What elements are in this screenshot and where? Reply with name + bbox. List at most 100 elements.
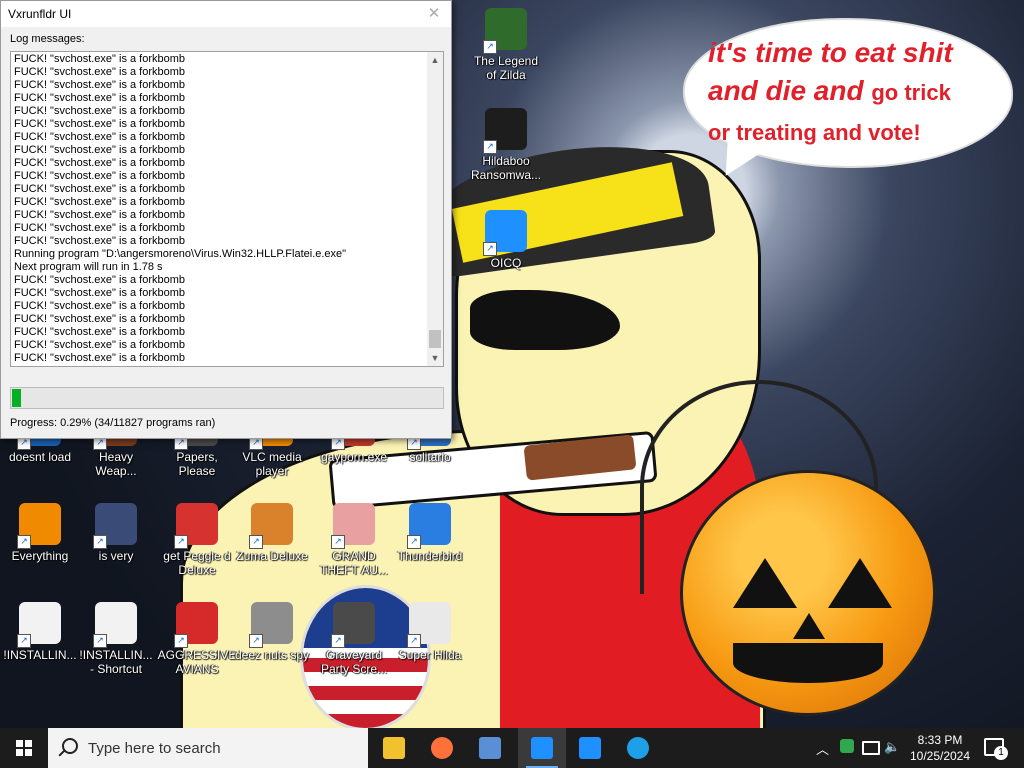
volume-icon[interactable]: 🔈	[884, 739, 900, 755]
desktop-icon[interactable]: ↗ Graveyard Party Scre...	[314, 602, 394, 676]
window-app-icon: ↗	[483, 210, 527, 256]
desktop-icon[interactable]: ↗ Super Hilda	[390, 602, 470, 662]
app-window-icon	[479, 737, 501, 759]
scrollbar-thumb[interactable]	[429, 330, 441, 348]
speech-line-1: it's time to eat shit	[708, 37, 953, 68]
scroll-down-arrow-icon[interactable]: ▼	[427, 350, 443, 366]
clock-date: 10/25/2024	[909, 749, 971, 763]
desktop-icon[interactable]: ↗ Thunderbird	[390, 503, 470, 563]
desktop-icon[interactable]: ↗ deez nuts spy	[232, 602, 312, 662]
desktop-icon[interactable]: ↗ OICQ	[466, 210, 546, 270]
shortcut-arrow-icon: ↗	[174, 634, 188, 648]
progress-text: Progress: 0.29% (34/11827 programs ran)	[10, 417, 216, 429]
log-line: FUCK! "svchost.exe" is a forkbomb	[14, 235, 186, 247]
shortcut-arrow-icon: ↗	[331, 634, 345, 648]
windows-stack-icon: ↗	[249, 602, 293, 648]
shortcut-arrow-icon: ↗	[407, 634, 421, 648]
desktop-icon[interactable]: ↗ is very	[76, 503, 156, 563]
window-titlebar[interactable]: Vxrunfldr UI ✕	[1, 1, 451, 27]
window-body: Log messages: FUCK! "svchost.exe" is a f…	[1, 27, 451, 438]
angry-bird-icon: ↗	[174, 602, 218, 648]
window-title: Vxrunfldr UI	[8, 7, 72, 21]
desktop-icon-label: gayporn.exe	[320, 450, 388, 464]
vxrunfldr-window[interactable]: Vxrunfldr UI ✕ Log messages: FUCK! "svch…	[0, 0, 452, 439]
log-line: FUCK! "svchost.exe" is a forkbomb	[14, 66, 186, 78]
shortcut-arrow-icon: ↗	[93, 535, 107, 549]
tray-app-icon[interactable]	[840, 739, 854, 753]
desktop-icon-label: Everything	[11, 549, 69, 563]
log-messages-listbox[interactable]: FUCK! "svchost.exe" is a forkbomb FUCK! "…	[10, 51, 444, 367]
desktop-icon[interactable]: ↗ AGGRESSIVE AVIANS	[157, 602, 237, 676]
desktop-icon-label: solitario	[409, 450, 451, 464]
yashma-shield-icon: ↗	[483, 108, 527, 154]
clock-time: 8:33 PM	[917, 733, 963, 747]
log-line: FUCK! "svchost.exe" is a forkbomb	[14, 196, 186, 208]
log-scrollbar[interactable]: ▲ ▼	[427, 52, 443, 366]
desktop-icon-label: deez nuts spy	[234, 648, 310, 662]
chevron-up-icon[interactable]: ︿	[816, 739, 829, 758]
start-button[interactable]	[0, 728, 48, 768]
desktop-icon-label: Thunderbird	[397, 549, 463, 563]
desktop-icon[interactable]: ↗ get Peggle d Deluxe	[157, 503, 237, 577]
log-line: Next program will run in 1.78 s	[14, 261, 163, 273]
shortcut-arrow-icon: ↗	[483, 140, 497, 154]
log-line: FUCK! "svchost.exe" is a forkbomb	[14, 79, 186, 91]
log-line: FUCK! "svchost.exe" is a forkbomb	[14, 170, 186, 182]
desktop-icon[interactable]: ↗ !INSTALLIN... - Shortcut	[76, 602, 156, 676]
search-input[interactable]: Type here to search	[88, 740, 221, 757]
progress-bar	[10, 387, 444, 409]
taskbar-clock[interactable]: 8:33 PM 10/25/2024	[900, 732, 980, 764]
shortcut-arrow-icon: ↗	[331, 535, 345, 549]
taskbar-search-box[interactable]: Type here to search	[48, 728, 368, 768]
text-document-icon: ↗	[17, 602, 61, 648]
app-window-icon	[579, 737, 601, 759]
desktop-icon-label: OICQ	[490, 256, 522, 270]
desktop-icon-label: Super Hilda	[398, 648, 462, 662]
desktop-icon[interactable]: ↗ !INSTALLIN...	[0, 602, 80, 662]
speech-line-2a: and die and	[708, 75, 872, 106]
text-document-icon: ↗	[93, 602, 137, 648]
taskbar-app-button[interactable]	[370, 728, 418, 768]
jack-o-lantern-icon	[680, 470, 936, 716]
shield-icon: ↗	[93, 503, 137, 549]
network-icon[interactable]	[862, 741, 880, 755]
search-icon	[62, 738, 78, 754]
close-icon[interactable]: ✕	[425, 5, 443, 23]
desktop-icon-label: Graveyard Party Scre...	[320, 648, 388, 676]
desktop-icon[interactable]: ↗ Hildaboo Ransomwa...	[466, 108, 546, 182]
shortcut-arrow-icon: ↗	[17, 535, 31, 549]
taskbar-app-button[interactable]	[518, 728, 566, 768]
notification-center-icon[interactable]: 1	[982, 736, 1008, 760]
desktop-icon[interactable]: ↗ Zuma Deluxe	[232, 503, 312, 563]
desktop-icon[interactable]: ↗ Everything	[0, 503, 80, 563]
desktop-icon-label: Heavy Weap...	[95, 450, 137, 478]
log-line: Running program "D:\angersmoreno\Virus.W…	[14, 248, 347, 260]
shortcut-arrow-icon: ↗	[483, 242, 497, 256]
shortcut-arrow-icon: ↗	[93, 634, 107, 648]
shortcut-arrow-icon: ↗	[483, 40, 497, 54]
desktop-icon-label: AGGRESSIVE AVIANS	[157, 648, 237, 676]
zuma-icon: ↗	[249, 503, 293, 549]
desktop-icon-label: GRAND THEFT AU...	[320, 549, 388, 577]
thunderbird-icon: ↗	[407, 503, 451, 549]
log-line: FUCK! "svchost.exe" is a forkbomb	[14, 144, 186, 156]
scroll-up-arrow-icon[interactable]: ▲	[427, 52, 443, 68]
windows-logo-icon	[16, 740, 32, 756]
system-tray: ︿ 🔈	[812, 728, 900, 768]
log-line: FUCK! "svchost.exe" is a forkbomb	[14, 53, 186, 65]
log-line: FUCK! "svchost.exe" is a forkbomb	[14, 209, 186, 221]
app-window-icon	[531, 737, 553, 759]
log-line: FUCK! "svchost.exe" is a forkbomb	[14, 274, 186, 286]
taskbar-app-button[interactable]	[614, 728, 662, 768]
log-line: FUCK! "svchost.exe" is a forkbomb	[14, 131, 186, 143]
desktop-icon[interactable]: ↗ GRAND THEFT AU...	[314, 503, 394, 577]
log-line: FUCK! "svchost.exe" is a forkbomb	[14, 222, 186, 234]
desktop-icon[interactable]: ↗ The Legend of Zilda	[466, 8, 546, 82]
internet-explorer-icon	[627, 737, 649, 759]
speech-bubble-text: it's time to eat shit and die and go tri…	[708, 34, 998, 152]
taskbar-app-button[interactable]	[418, 728, 466, 768]
log-line: FUCK! "svchost.exe" is a forkbomb	[14, 118, 186, 130]
log-line: FUCK! "svchost.exe" is a forkbomb	[14, 365, 424, 366]
taskbar-app-button[interactable]	[566, 728, 614, 768]
taskbar-app-button[interactable]	[466, 728, 514, 768]
